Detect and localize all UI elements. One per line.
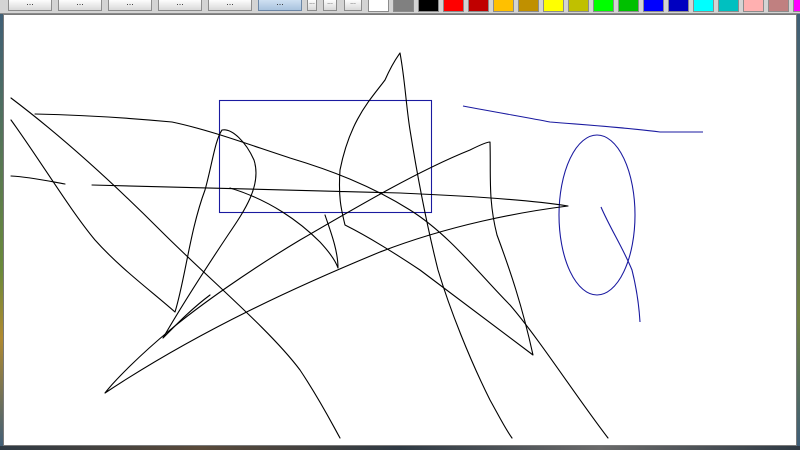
- blue-ellipse-shape: [558, 134, 636, 296]
- freehand-stroke-4: [10, 175, 66, 185]
- blue-curve-stroke: [600, 206, 641, 323]
- freehand-stroke-3: [34, 113, 609, 439]
- blue-line-stroke: [462, 105, 703, 133]
- freehand-stroke-5: [91, 52, 569, 439]
- drawing-strokes: [10, 52, 703, 439]
- freehand-stroke-6: [229, 187, 339, 269]
- freehand-stroke-1: [10, 97, 341, 439]
